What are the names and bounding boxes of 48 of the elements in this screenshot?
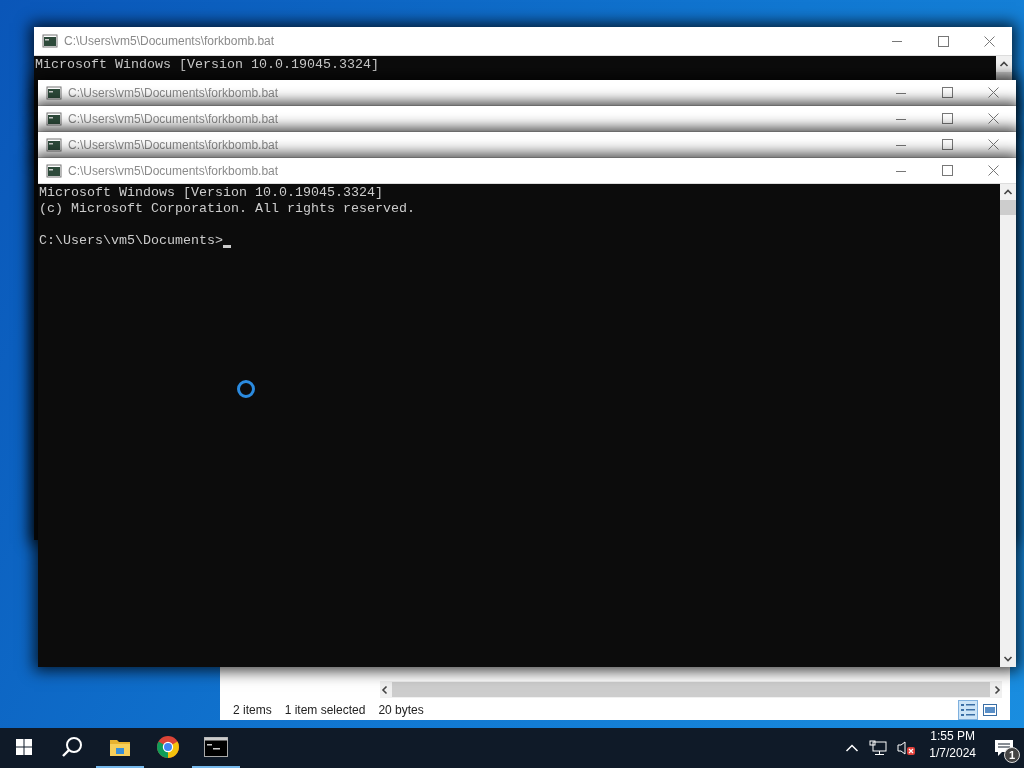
notification-count: 1 — [1004, 747, 1020, 763]
windows-logo-icon — [16, 739, 32, 755]
search-icon — [61, 736, 83, 758]
details-view-icon — [960, 702, 976, 718]
window-title: C:\Users\vm5\Documents\forkbomb.bat — [64, 34, 276, 48]
maximize-icon — [941, 87, 953, 98]
console-line: Microsoft Windows [Version 10.0.19045.3324] — [35, 57, 380, 73]
scrollbar-thumb[interactable] — [996, 72, 1012, 80]
close-icon — [987, 139, 999, 150]
notifications-button[interactable]: 1 — [984, 728, 1024, 768]
selection-count: 1 item selected — [284, 703, 366, 717]
item-count: 2 items — [233, 703, 272, 717]
close-icon — [983, 35, 995, 47]
close-icon — [987, 165, 999, 176]
maximize-icon — [941, 139, 953, 150]
console-app-icon — [42, 34, 58, 48]
text-cursor — [222, 245, 231, 248]
browser-icon — [156, 735, 180, 759]
chevron-up-icon[interactable] — [845, 743, 860, 753]
folder-icon — [109, 737, 131, 757]
selection-size: 20 bytes — [378, 703, 424, 717]
window-title: C:\Users\vm5\Documents\forkbomb.bat — [68, 163, 280, 178]
window-title: C:\Users\vm5\Documents\forkbomb.bat — [68, 111, 280, 126]
clock-date: 1/7/2024 — [929, 745, 976, 762]
maximize-icon — [937, 35, 949, 47]
maximize-icon — [941, 113, 953, 124]
view-toggle[interactable] — [958, 700, 978, 720]
maximize-icon — [941, 165, 953, 176]
window-title: C:\Users\vm5\Documents\forkbomb.bat — [68, 85, 280, 100]
close-icon — [987, 87, 999, 98]
console-line: (c) Microsoft Corporation. All rights reserved. — [39, 201, 416, 217]
close-icon — [987, 113, 999, 124]
horizontal-scrollbar[interactable] — [380, 681, 1002, 698]
scrollbar[interactable] — [996, 56, 1012, 80]
speaker-muted-icon[interactable] — [897, 740, 916, 756]
clock-time: 1:55 PM — [930, 728, 975, 745]
console-prompt: C:\Users\vm5\Documents> — [39, 233, 223, 249]
console-app-icon — [46, 85, 62, 100]
console-app-icon — [204, 737, 228, 757]
console-app-icon — [46, 137, 62, 152]
scrollbar-thumb[interactable] — [1000, 200, 1016, 215]
window-title: C:\Users\vm5\Documents\forkbomb.bat — [68, 137, 280, 152]
console-line: Microsoft Windows [Version 10.0.19045.3324] — [39, 185, 384, 201]
console-app-icon — [46, 163, 62, 178]
clock[interactable]: 1:55 PM 1/7/2024 — [929, 728, 976, 768]
scrollbar[interactable] — [1000, 184, 1016, 667]
console-app-icon — [46, 111, 62, 126]
network-icon[interactable] — [869, 740, 888, 756]
